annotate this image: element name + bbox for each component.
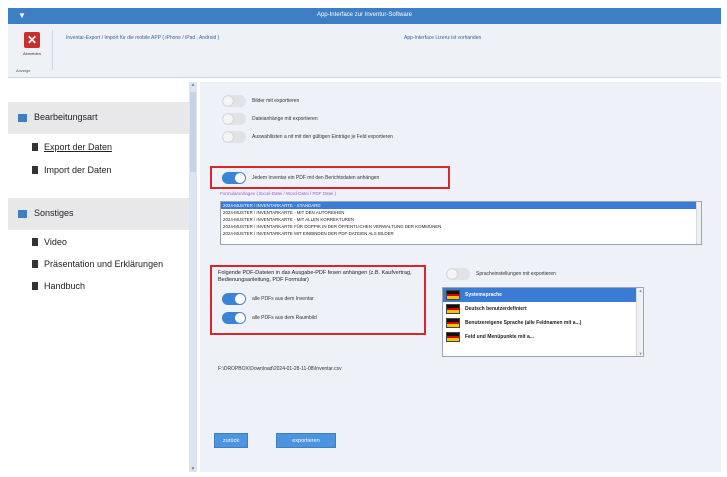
list-item[interactable]: Feld und Menüpunkte mit a... — [443, 330, 643, 344]
template-list-header: Formularvorlagen ( Excel-Datei / Word-Da… — [220, 191, 336, 196]
title-bar: ▼ App-Interface zur Inventur-Software — [8, 8, 721, 24]
german-flag-icon — [446, 290, 460, 300]
document-icon — [32, 260, 38, 268]
logout-label: Abmelden — [22, 51, 41, 56]
toggle-label: alle PDFs aus dem Inventar — [252, 296, 314, 302]
scroll-up-icon[interactable]: ▲ — [637, 288, 644, 293]
toggle-pdf-room[interactable] — [222, 312, 246, 324]
list-item[interactable]: 2024-MUSTER / INVENTARKARTE - MIT ALLEN … — [221, 216, 701, 223]
sidebar-item-label: Video — [44, 237, 67, 247]
export-button[interactable]: exportieren — [276, 433, 336, 448]
toggle-attach-pdf[interactable] — [222, 172, 246, 184]
sidebar-section-sonstiges[interactable]: Sonstiges — [8, 198, 192, 230]
toggle-knob — [223, 132, 233, 142]
list-item[interactable]: 2024-MUSTER / INVENTARKARTE FÜR DOPPIK I… — [221, 223, 701, 230]
toggle-export-language[interactable] — [446, 268, 470, 280]
toggle-knob — [235, 173, 245, 183]
toggle-export-images[interactable] — [222, 95, 246, 107]
scrollbar-thumb[interactable] — [190, 92, 196, 172]
ribbon: ✕ Abmelden Anzeige Inventar-Export / Imp… — [8, 24, 721, 78]
document-icon — [32, 143, 38, 151]
list-item[interactable]: Systemsprache — [443, 288, 643, 302]
scroll-down-icon[interactable]: ▼ — [637, 351, 644, 356]
toggle-export-attachments[interactable] — [222, 113, 246, 125]
german-flag-icon — [446, 332, 460, 342]
section-label: Sonstiges — [34, 208, 74, 218]
sidebar-item-label: Präsentation und Erklärungen — [44, 259, 164, 269]
pdf-attach-note: Folgende PDF-Dateien in das Ausgabe-PDF … — [218, 270, 412, 283]
toggle-label: Jedem Inventar ein PDF mit den Berichtsd… — [252, 175, 380, 181]
sidebar: Bearbeitungsart Export der Daten Import … — [8, 82, 192, 472]
language-list-scrollbar[interactable]: ▲ ▼ — [636, 288, 643, 356]
section-label: Bearbeitungsart — [34, 112, 98, 122]
sidebar-item-label: Export der Daten — [44, 142, 113, 152]
export-path: F:\DROPBOX\Download\2024-01-28-11-08\Inv… — [218, 366, 342, 372]
breadcrumb: Inventar-Export / Import für die mobile … — [66, 35, 220, 41]
list-item[interactable]: Deutsch benutzerdefiniert — [443, 302, 643, 316]
back-button[interactable]: zurück — [214, 433, 248, 448]
language-label: Feld und Menüpunkte mit a... — [465, 334, 534, 340]
language-list[interactable]: Systemsprache Deutsch benutzerdefiniert … — [442, 287, 644, 357]
german-flag-icon — [446, 304, 460, 314]
main-panel: Bilder mit exportieren Dateianhänge mit … — [200, 82, 721, 472]
sidebar-item-handbuch[interactable]: Handbuch — [32, 281, 85, 291]
sidebar-item-import[interactable]: Import der Daten — [32, 165, 112, 175]
sidebar-item-export[interactable]: Export der Daten — [32, 142, 112, 152]
window-title: App-Interface zur Inventur-Software — [316, 12, 413, 18]
sidebar-scrollbar[interactable]: ▲ ▼ — [189, 82, 197, 472]
toggle-knob — [235, 313, 245, 323]
sidebar-item-label: Handbuch — [44, 281, 86, 291]
license-info: App-Interface Lizenz ist vorhanden — [404, 35, 482, 41]
sidebar-item-video[interactable]: Video — [32, 237, 67, 247]
section-icon — [18, 210, 27, 218]
list-scrollbar[interactable] — [696, 202, 701, 244]
sidebar-section-bearbeitungsart[interactable]: Bearbeitungsart — [8, 102, 192, 134]
template-list[interactable]: 2024-MUSTER / INVENTARKARTE - STANDARD 2… — [220, 201, 702, 245]
toggle-label: alle PDFs aus dem Raumbild — [252, 315, 317, 321]
toggle-knob — [235, 294, 245, 304]
toggle-pdf-inventory[interactable] — [222, 293, 246, 305]
sidebar-item-presentation[interactable]: Präsentation und Erklärungen — [32, 259, 163, 269]
ribbon-divider — [52, 30, 53, 70]
toggle-label: Dateianhänge mit exportieren — [252, 116, 318, 122]
toggle-knob — [447, 269, 457, 279]
language-label: Benutzereigene Sprache (alle Feldnamen m… — [465, 320, 582, 326]
toggle-export-selection-lists[interactable] — [222, 131, 246, 143]
list-item[interactable]: 2024-MUSTER / INVENTARKARTE - MIT DEN AU… — [221, 209, 701, 216]
german-flag-icon — [446, 318, 460, 328]
toggle-knob — [223, 114, 233, 124]
document-icon — [32, 238, 38, 246]
close-icon: ✕ — [24, 32, 40, 48]
list-item[interactable]: 2024-MUSTER / INVENTARKARTE MIT EINBINDE… — [221, 230, 701, 237]
ribbon-group-label: Anzeige — [16, 68, 31, 73]
toggle-label: Bilder mit exportieren — [252, 98, 300, 104]
section-icon — [18, 114, 27, 122]
language-label: Deutsch benutzerdefiniert — [465, 306, 527, 312]
scroll-down-icon[interactable]: ▼ — [189, 466, 197, 472]
list-item[interactable]: Benutzereigene Sprache (alle Feldnamen m… — [443, 316, 643, 330]
document-icon — [32, 282, 38, 290]
list-item[interactable]: 2024-MUSTER / INVENTARKARTE - STANDARD — [221, 202, 701, 209]
toggle-label: Auswahllisten a nit mit den gültigen Ein… — [252, 134, 393, 140]
scroll-up-icon[interactable]: ▲ — [189, 82, 197, 88]
language-label: Systemsprache — [465, 292, 502, 298]
document-icon — [32, 166, 38, 174]
sidebar-item-label: Import der Daten — [44, 165, 112, 175]
toggle-label: Spracheinstellungen mit exportieren — [476, 271, 556, 277]
logout-button[interactable]: ✕ Abmelden — [20, 32, 44, 68]
toggle-knob — [223, 96, 233, 106]
